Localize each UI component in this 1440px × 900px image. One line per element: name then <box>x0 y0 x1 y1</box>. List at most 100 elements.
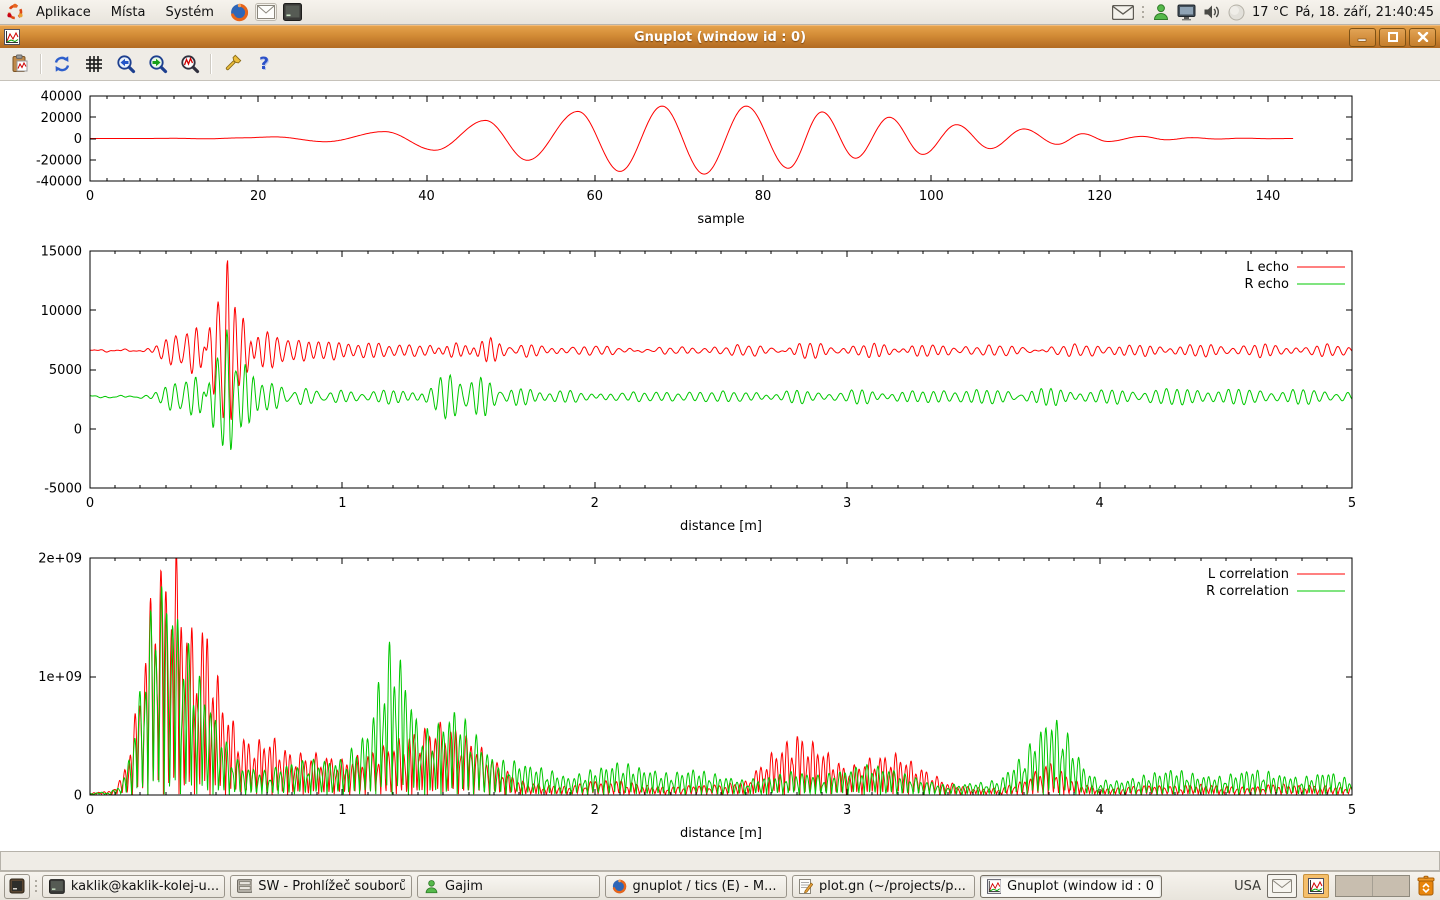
display-icon[interactable] <box>1177 4 1196 21</box>
zoom-next-icon[interactable] <box>146 52 170 76</box>
zoom-previous-icon[interactable] <box>114 52 138 76</box>
chart-legend: L echo R echo <box>1244 260 1345 292</box>
maximize-button[interactable] <box>1379 28 1406 47</box>
chart-axes <box>90 251 1352 488</box>
svg-text:120: 120 <box>1087 189 1112 204</box>
svg-text:3: 3 <box>843 803 851 818</box>
svg-text:1: 1 <box>338 803 346 818</box>
taskbar-button-label: plot.gn (~/projects/p... <box>819 879 966 894</box>
firefox-icon[interactable] <box>230 3 249 22</box>
chart-correlation: 01234501e+092e+09distance [m]L correlati… <box>38 552 1356 842</box>
svg-text:40: 40 <box>418 189 435 204</box>
chart-series <box>90 260 1352 449</box>
svg-text:4: 4 <box>1095 496 1103 511</box>
menu-applications[interactable]: Aplikace <box>28 3 99 22</box>
trash-icon[interactable] <box>1416 875 1436 897</box>
svg-text:0: 0 <box>86 496 94 511</box>
svg-text:R echo: R echo <box>1244 277 1289 292</box>
svg-text:5: 5 <box>1348 803 1356 818</box>
svg-text:3: 3 <box>843 496 851 511</box>
plots-svg: 020406080100120140-40000-200000200004000… <box>0 81 1440 851</box>
mail-icon[interactable] <box>255 3 277 21</box>
plot-canvas: 020406080100120140-40000-200000200004000… <box>0 81 1440 851</box>
mail-notification-icon[interactable] <box>1112 5 1134 20</box>
taskbar-button[interactable]: kaklik@kaklik-kolej-u... <box>42 875 225 898</box>
svg-text:15000: 15000 <box>41 245 82 260</box>
chart-axes <box>90 558 1352 795</box>
chart-labels: 01234501e+092e+09distance [m] <box>38 552 1356 842</box>
series-line <box>90 106 1293 174</box>
menu-places[interactable]: Místa <box>103 3 154 22</box>
svg-text:0: 0 <box>74 132 82 147</box>
taskbar-handle[interactable] <box>34 877 38 895</box>
svg-text:0: 0 <box>74 789 82 804</box>
svg-text:20: 20 <box>250 189 267 204</box>
window-icon <box>4 29 20 45</box>
window-title: Gnuplot (window id : 0) <box>0 30 1440 45</box>
grid-icon[interactable] <box>82 52 106 76</box>
svg-text:distance [m]: distance [m] <box>680 826 762 841</box>
ubuntu-logo-icon[interactable] <box>6 3 24 21</box>
refresh-icon[interactable] <box>50 52 74 76</box>
svg-text:sample: sample <box>697 212 744 227</box>
volume-icon[interactable] <box>1203 4 1221 20</box>
chart-legend: L correlationR correlation <box>1206 567 1345 599</box>
taskbar-button-label: SW - Prohlížeč souborů <box>258 879 405 894</box>
chart-series <box>90 558 1352 795</box>
svg-text:-40000: -40000 <box>36 175 82 190</box>
panel-launchers <box>230 3 302 22</box>
main-menu: Aplikace Místa Systém <box>6 3 222 22</box>
window-toolbar: ? <box>0 48 1440 81</box>
svg-text:0: 0 <box>86 189 94 204</box>
workspace-2[interactable] <box>1373 876 1409 896</box>
menu-system[interactable]: Systém <box>157 3 221 22</box>
taskbar-button[interactable]: Gnuplot (window id : 0) <box>980 875 1163 898</box>
configure-icon[interactable] <box>220 52 244 76</box>
minimize-button[interactable] <box>1349 28 1376 47</box>
svg-text:100: 100 <box>919 189 944 204</box>
copy-plot-icon[interactable] <box>8 52 32 76</box>
mail-notification-icon[interactable] <box>1267 874 1297 898</box>
taskbar-button[interactable]: Gajim <box>417 875 600 898</box>
taskbar-button-label: kaklik@kaklik-kolej-u... <box>71 879 218 894</box>
taskbar-button[interactable]: gnuplot / tics (E) - M... <box>605 875 788 898</box>
zoom-autoscale-icon[interactable] <box>178 52 202 76</box>
workspace-1[interactable] <box>1336 876 1373 896</box>
taskbar-button[interactable]: SW - Prohlížeč souborů <box>230 875 413 898</box>
svg-text:4: 4 <box>1095 803 1103 818</box>
taskbar-button-label: Gnuplot (window id : 0) <box>1007 879 1155 894</box>
gnuplot-window-icon[interactable] <box>1303 874 1329 898</box>
toolbar-separator <box>40 54 42 74</box>
temperature-label[interactable]: 17 °C <box>1252 5 1288 20</box>
chart-series <box>90 106 1293 174</box>
svg-text:5000: 5000 <box>49 363 82 378</box>
svg-text:L echo: L echo <box>1246 260 1289 275</box>
svg-text:0: 0 <box>74 422 82 437</box>
taskbar-window-list: kaklik@kaklik-kolej-u... SW - Prohlížeč s… <box>42 875 1162 898</box>
svg-text:60: 60 <box>587 189 604 204</box>
taskbar-button-label: gnuplot / tics (E) - M... <box>633 879 777 894</box>
taskbar-button[interactable]: plot.gn (~/projects/p... <box>792 875 975 898</box>
svg-text:-5000: -5000 <box>44 482 82 497</box>
clock-label[interactable]: Pá, 18. září, 21:40:45 <box>1295 5 1434 20</box>
help-icon[interactable]: ? <box>252 52 276 76</box>
l-correlation-line <box>90 558 1352 795</box>
bottom-tray: USA <box>1234 874 1436 898</box>
chart-waveform: 020406080100120140-40000-200000200004000… <box>36 90 1352 228</box>
r-correlation-line <box>90 586 1352 795</box>
svg-text:2e+09: 2e+09 <box>38 552 82 567</box>
keyboard-layout-indicator[interactable]: USA <box>1234 879 1261 894</box>
tray-handle[interactable] <box>1141 4 1145 20</box>
terminal-icon[interactable] <box>283 3 302 21</box>
gajim-status-icon[interactable] <box>1152 3 1170 21</box>
show-desktop-button[interactable] <box>4 874 30 899</box>
gnuplot-window: Gnuplot (window id : 0) <box>0 25 1440 871</box>
taskbar-button-label: Gajim <box>445 879 483 894</box>
close-button[interactable] <box>1409 28 1436 47</box>
weather-icon[interactable] <box>1228 4 1245 21</box>
svg-text:2: 2 <box>591 803 599 818</box>
top-panel: Aplikace Místa Systém <box>0 0 1440 25</box>
window-titlebar[interactable]: Gnuplot (window id : 0) <box>0 25 1440 48</box>
svg-text:R correlation: R correlation <box>1206 584 1289 599</box>
svg-text:1e+09: 1e+09 <box>38 670 82 685</box>
